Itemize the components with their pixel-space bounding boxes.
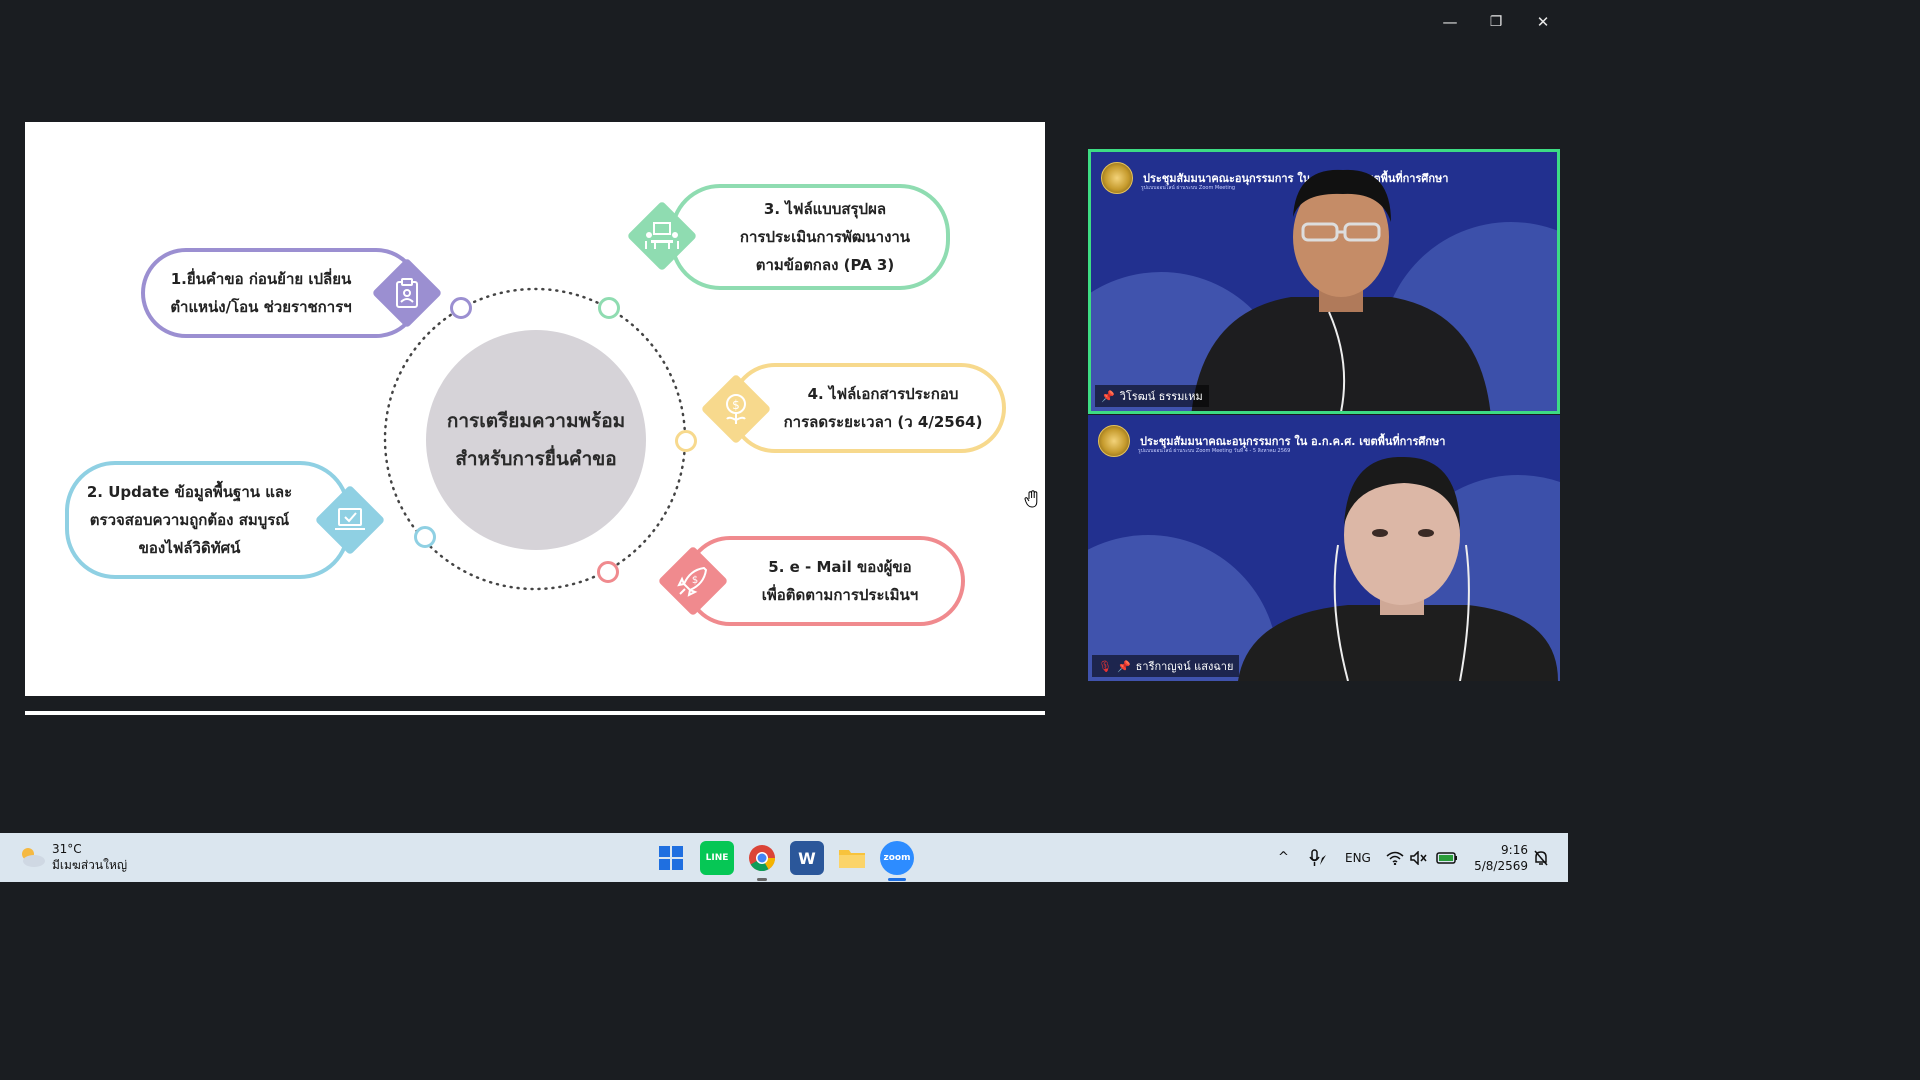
participant-name: ธารีกาญจน์ แสงฉาย	[1135, 660, 1234, 673]
item-3-text: 3. ไฟล์แบบสรุปผล การประเมินการพัฒนางาน ต…	[739, 200, 911, 274]
video-tile-participant[interactable]: ประชุมสัมมนาคณะอนุกรรมการ ใน อ.ก.ค.ศ. เข…	[1088, 415, 1560, 681]
item-4-text: 4. ไฟล์เอกสารประกอบ การลดระยะเวลา (ว 4/2…	[783, 385, 983, 431]
pin-icon: 📌	[1116, 659, 1131, 673]
meeting-icon	[630, 204, 694, 268]
mic-location-icon[interactable]	[1308, 833, 1328, 882]
close-icon[interactable]: ✕	[1527, 8, 1559, 36]
center-circle: การเตรียมความพร้อม สำหรับการยื่นคำขอ	[426, 330, 646, 550]
clock-time: 9:16	[1501, 843, 1528, 857]
active-app-indicator	[888, 878, 906, 881]
svg-text:$: $	[692, 575, 698, 586]
shared-slide: การเตรียมความพร้อม สำหรับการยื่นคำขอ 1.ย…	[25, 122, 1045, 696]
clock[interactable]: 9:16 5/8/2569	[1470, 842, 1528, 874]
wifi-icon[interactable]	[1386, 833, 1404, 882]
clock-date: 5/8/2569	[1474, 859, 1528, 873]
participant-name-bar: 🎙 📌 ธารีกาญจน์ แสงฉาย	[1092, 655, 1240, 677]
ring-connector-5	[597, 561, 619, 583]
video-tile-speaker[interactable]: ประชุมสัมมนาคณะอนุกรรมการ ใน อ.ก.ค.ศ. เข…	[1088, 149, 1560, 414]
running-indicator	[757, 878, 767, 881]
participant-video	[1238, 456, 1558, 681]
slide-progress-bar	[25, 711, 1045, 715]
ring-connector-4	[675, 430, 697, 452]
mic-muted-icon: 🎙	[1098, 659, 1112, 673]
item-4-box: 4. ไฟล์เอกสารประกอบ การลดระยะเวลา (ว 4/2…	[730, 363, 1006, 453]
ring-connector-1	[450, 297, 472, 319]
restore-icon[interactable]: ❐	[1480, 8, 1512, 36]
hand-cursor-icon	[1024, 490, 1040, 512]
speaker-muted-icon[interactable]	[1410, 833, 1428, 882]
center-title: การเตรียมความพร้อม สำหรับการยื่นคำขอ	[446, 410, 626, 470]
item-2-text: 2. Update ข้อมูลพื้นฐาน และ ตรวจสอบความถ…	[86, 483, 293, 557]
weather-desc: มีเมฆส่วนใหญ่	[52, 858, 128, 872]
weather-icon[interactable]	[18, 845, 46, 869]
battery-icon[interactable]	[1436, 833, 1458, 882]
taskbar: 31°C มีเมฆส่วนใหญ่ LINE W zoom ^ ENG 9:1…	[0, 833, 1568, 882]
item-3-box: 3. ไฟล์แบบสรุปผล การประเมินการพัฒนางาน ต…	[670, 184, 950, 290]
clipboard-icon	[375, 261, 439, 325]
line-icon[interactable]: LINE	[700, 841, 734, 875]
minimize-icon[interactable]: —	[1434, 8, 1466, 36]
start-icon[interactable]	[654, 841, 688, 875]
pin-icon: 📌	[1101, 389, 1115, 403]
item-5-text: 5. e - Mail ของผู้ขอ เพื่อติดตามการประเม…	[761, 558, 919, 604]
zoom-icon[interactable]: zoom	[880, 841, 914, 875]
svg-text:$: $	[732, 398, 740, 412]
participant-video	[1191, 169, 1491, 411]
word-icon[interactable]: W	[790, 841, 824, 875]
ring-connector-2	[414, 526, 436, 548]
participant-name-bar: 📌 วิโรฒน์ ธรรมเหม	[1095, 385, 1209, 407]
chrome-icon[interactable]	[745, 841, 779, 875]
item-1-text: 1.ยื่นคำขอ ก่อนย้าย เปลี่ยน ตำแหน่ง/โอน …	[170, 270, 352, 316]
emblem-icon	[1098, 425, 1130, 457]
emblem-icon	[1101, 162, 1133, 194]
weather-widget[interactable]: 31°C มีเมฆส่วนใหญ่	[52, 841, 127, 873]
rocket-icon: $	[661, 549, 725, 613]
ring-connector-3	[598, 297, 620, 319]
file-explorer-icon[interactable]	[835, 841, 869, 875]
weather-temp: 31°C	[52, 842, 82, 856]
chevron-up-icon[interactable]: ^	[1278, 833, 1289, 882]
notification-bell-icon[interactable]	[1533, 833, 1549, 882]
laptop-check-icon	[318, 488, 382, 552]
item-2-box: 2. Update ข้อมูลพื้นฐาน และ ตรวจสอบความถ…	[65, 461, 350, 579]
money-plant-icon: $	[704, 377, 768, 441]
participant-name: วิโรฒน์ ธรรมเหม	[1119, 390, 1203, 403]
language-indicator[interactable]: ENG	[1345, 833, 1371, 882]
